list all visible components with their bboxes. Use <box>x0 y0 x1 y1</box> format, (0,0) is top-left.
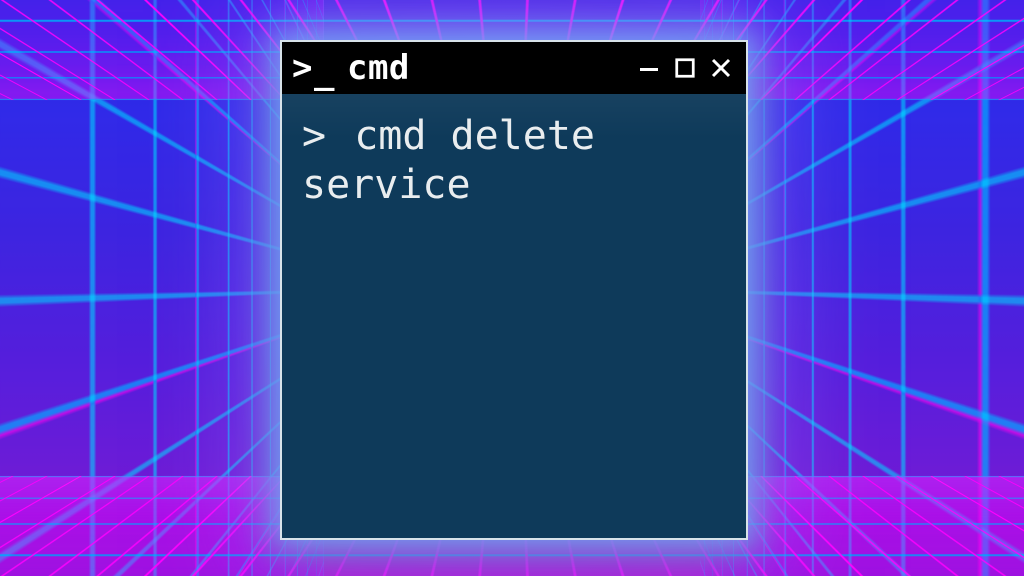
terminal-body[interactable]: > cmd delete service <box>282 94 746 538</box>
window-title: cmd <box>347 48 410 88</box>
command-text: cmd delete service <box>302 113 619 208</box>
terminal-window: > _ cmd <box>280 40 748 540</box>
prompt-underscore-icon: _ <box>314 55 335 89</box>
titlebar[interactable]: > _ cmd <box>282 42 746 94</box>
maximize-icon <box>674 57 696 79</box>
cyber-background: > _ cmd <box>0 0 1024 576</box>
prompt-icon: > _ <box>292 51 335 85</box>
minimize-icon <box>637 56 661 80</box>
minimize-button[interactable] <box>636 55 662 81</box>
window-controls <box>636 55 734 81</box>
close-icon <box>709 56 733 80</box>
prompt-caret-icon: > <box>292 51 313 85</box>
maximize-button[interactable] <box>672 55 698 81</box>
prompt-symbol: > <box>302 113 326 159</box>
close-button[interactable] <box>708 55 734 81</box>
